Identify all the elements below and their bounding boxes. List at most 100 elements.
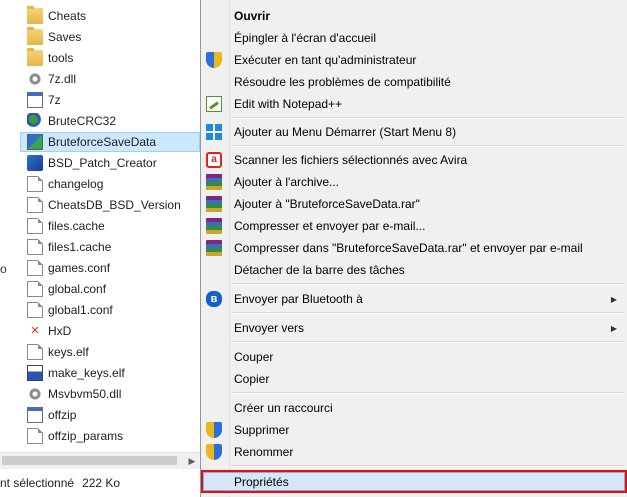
bruteforce-app-icon	[27, 134, 43, 150]
file-name: BSD_Patch_Creator	[48, 156, 157, 170]
dll-file-icon	[27, 386, 43, 402]
file-row-changelog[interactable]: changelog	[20, 174, 200, 194]
file-row-global-conf[interactable]: global.conf	[20, 279, 200, 299]
menu-item-compress-rar-email[interactable]: Compresser dans "BruteforceSaveData.rar"…	[201, 237, 627, 259]
file-row-7z[interactable]: 7z	[20, 90, 200, 110]
hxd-app-icon: ✕	[30, 325, 40, 337]
text-file-icon	[27, 428, 43, 444]
folder-icon	[27, 6, 43, 24]
menu-item-cut[interactable]: Couper	[201, 346, 627, 368]
menu-item-scan-avira[interactable]: a Scanner les fichiers sélectionnés avec…	[201, 149, 627, 171]
file-row-hxd[interactable]: ✕ HxD	[20, 321, 200, 341]
file-row-cheats[interactable]: Cheats	[20, 6, 200, 26]
file-row-7z-dll[interactable]: 7z.dll	[20, 69, 200, 89]
file-name: Cheats	[48, 9, 87, 23]
bluetooth-icon: ʙ	[206, 291, 222, 307]
status-bar: nt sélectionné 222 Ko	[0, 469, 200, 497]
menu-item-add-to-archive[interactable]: Ajouter à l'archive...	[201, 171, 627, 193]
menu-separator	[231, 341, 624, 343]
menu-item-label: Ajouter à "BruteforceSaveData.rar"	[234, 197, 420, 211]
file-icon	[27, 239, 43, 255]
menu-item-label: Edit with Notepad++	[234, 97, 343, 111]
file-row-make-keys-elf[interactable]: make_keys.elf	[20, 363, 200, 383]
elf-app-icon	[27, 365, 43, 381]
menu-separator	[231, 117, 624, 119]
menu-item-create-shortcut[interactable]: Créer un raccourci	[201, 397, 627, 419]
file-name: CheatsDB_BSD_Version	[48, 198, 181, 212]
file-name: BruteCRC32	[48, 114, 117, 128]
menu-item-label: Exécuter en tant qu'administrateur	[234, 53, 417, 67]
file-row-games-conf[interactable]: games.conf	[20, 258, 200, 278]
winrar-icon	[206, 218, 222, 234]
file-row-bruteforcesavedata[interactable]: BruteforceSaveData	[20, 132, 200, 152]
file-name: 7z.dll	[48, 72, 77, 86]
file-row-bsd-patch-creator[interactable]: BSD_Patch_Creator	[20, 153, 200, 173]
file-row-offzip-params[interactable]: offzip_params	[20, 426, 200, 446]
uac-shield-icon	[206, 422, 222, 438]
menu-item-troubleshoot-compat[interactable]: Résoudre les problèmes de compatibilité	[201, 71, 627, 93]
menu-item-rename[interactable]: Renommer	[201, 441, 627, 463]
file-name: games.conf	[48, 261, 111, 275]
menu-item-add-start-menu8[interactable]: Ajouter au Menu Démarrer (Start Menu 8)	[201, 121, 627, 143]
menu-item-pin-start[interactable]: Épingler à l'écran d'accueil	[201, 27, 627, 49]
text-file-icon	[27, 197, 43, 213]
avira-icon: a	[206, 152, 222, 168]
file-name: global1.conf	[48, 303, 113, 317]
menu-item-compress-email[interactable]: Compresser et envoyer par e-mail...	[201, 215, 627, 237]
file-row-keys-elf[interactable]: keys.elf	[20, 342, 200, 362]
file-name: Saves	[48, 30, 82, 44]
file-row-msvbvm50-dll[interactable]: Msvbvm50.dll	[20, 384, 200, 404]
menu-separator	[231, 283, 624, 285]
file-row-cheatsdb[interactable]: CheatsDB_BSD_Version	[20, 195, 200, 215]
context-menu: Ouvrir Épingler à l'écran d'accueil Exéc…	[200, 0, 627, 497]
menu-item-open[interactable]: Ouvrir	[201, 5, 627, 27]
file-row-saves[interactable]: Saves	[20, 27, 200, 47]
status-size-text: 222 Ko	[82, 476, 121, 490]
folder-icon	[27, 27, 43, 45]
file-row-offzip[interactable]: offzip	[20, 405, 200, 425]
file-row-brutecrc32[interactable]: BruteCRC32	[20, 111, 200, 131]
file-name: keys.elf	[48, 345, 89, 359]
winrar-icon	[206, 240, 222, 256]
menu-item-send-to[interactable]: Envoyer vers ▶	[201, 317, 627, 339]
status-selection-text: nt sélectionné	[0, 476, 75, 490]
file-row-files1-cache[interactable]: files1.cache	[20, 237, 200, 257]
file-name: HxD	[48, 324, 72, 338]
winrar-icon	[206, 196, 222, 212]
file-row-global1-conf[interactable]: global1.conf	[20, 300, 200, 320]
menu-item-edit-notepadpp[interactable]: Edit with Notepad++	[201, 93, 627, 115]
menu-item-add-to-rar[interactable]: Ajouter à "BruteforceSaveData.rar"	[201, 193, 627, 215]
menu-item-label: Scanner les fichiers sélectionnés avec A…	[234, 153, 468, 167]
menu-item-label: Envoyer vers	[234, 321, 305, 335]
file-name: BruteforceSaveData	[48, 135, 157, 149]
menu-item-unpin-taskbar[interactable]: Détacher de la barre des tâches	[201, 259, 627, 281]
menu-item-send-bluetooth[interactable]: ʙ Envoyer par Bluetooth à ▶	[201, 288, 627, 310]
file-icon	[27, 344, 43, 360]
menu-item-label: Compresser dans "BruteforceSaveData.rar"…	[234, 241, 583, 255]
menu-item-run-as-admin[interactable]: Exécuter en tant qu'administrateur	[201, 49, 627, 71]
bsd-app-icon	[27, 155, 43, 171]
exe-file-icon	[27, 92, 43, 108]
dll-file-icon	[27, 71, 43, 87]
menu-item-properties[interactable]: Propriétés	[201, 470, 627, 493]
file-icon	[27, 302, 43, 318]
menu-item-label: Propriétés	[234, 474, 289, 489]
folder-icon	[27, 48, 43, 66]
submenu-arrow-icon: ▶	[610, 323, 617, 333]
menu-item-copy[interactable]: Copier	[201, 368, 627, 390]
menu-item-label: Couper	[234, 350, 274, 364]
menu-separator	[231, 392, 624, 394]
notepad-plus-plus-icon	[206, 96, 222, 112]
menu-separator	[231, 312, 624, 314]
file-row-files-cache[interactable]: files.cache	[20, 216, 200, 236]
file-row-tools[interactable]: tools	[20, 48, 200, 68]
scroll-right-arrow-icon[interactable]: ▶	[186, 455, 198, 467]
menu-item-delete[interactable]: Supprimer	[201, 419, 627, 441]
file-name: files.cache	[48, 219, 105, 233]
menu-separator	[231, 465, 624, 467]
menu-item-label: Envoyer par Bluetooth à	[234, 292, 363, 306]
horizontal-scrollbar[interactable]: ▶	[0, 452, 200, 469]
scrollbar-thumb[interactable]	[2, 456, 177, 465]
file-name: 7z	[48, 93, 61, 107]
uac-shield-icon	[206, 52, 222, 68]
